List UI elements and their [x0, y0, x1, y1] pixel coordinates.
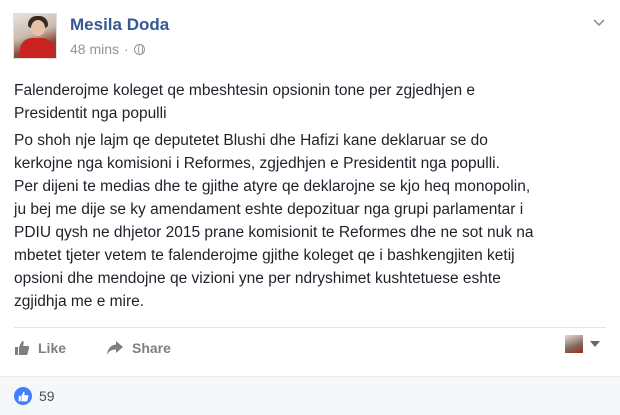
- like-count[interactable]: 59: [39, 388, 55, 404]
- like-label: Like: [38, 340, 67, 356]
- author-name[interactable]: Mesila Doda: [70, 15, 169, 35]
- globe-icon[interactable]: [133, 43, 145, 55]
- share-button[interactable]: Share: [106, 337, 171, 359]
- share-arrow-icon: [107, 341, 123, 355]
- chevron-down-icon[interactable]: [592, 16, 606, 30]
- viewer-avatar[interactable]: [565, 335, 583, 353]
- like-button[interactable]: Like: [14, 337, 66, 359]
- post-text-paragraph-2: Po shoh nje lajm qe deputetet Blushi dhe…: [14, 132, 534, 310]
- divider: [14, 327, 606, 328]
- like-reaction-icon[interactable]: [14, 387, 32, 405]
- post-card: Mesila Doda 48 mins · Falenderojme koleg…: [0, 0, 620, 376]
- post-meta: 48 mins ·: [70, 41, 145, 57]
- meta-separator: ·: [124, 41, 129, 57]
- thumbs-up-icon: [15, 341, 30, 355]
- post-text-paragraph-1: Falenderojme koleget qe mbeshtesin opsio…: [14, 82, 475, 122]
- audience-chevron-icon[interactable]: [590, 340, 600, 348]
- author-avatar[interactable]: [13, 13, 57, 59]
- share-label: Share: [132, 340, 171, 356]
- post-timestamp[interactable]: 48 mins: [70, 41, 119, 57]
- reactions-bar: 59: [0, 376, 620, 415]
